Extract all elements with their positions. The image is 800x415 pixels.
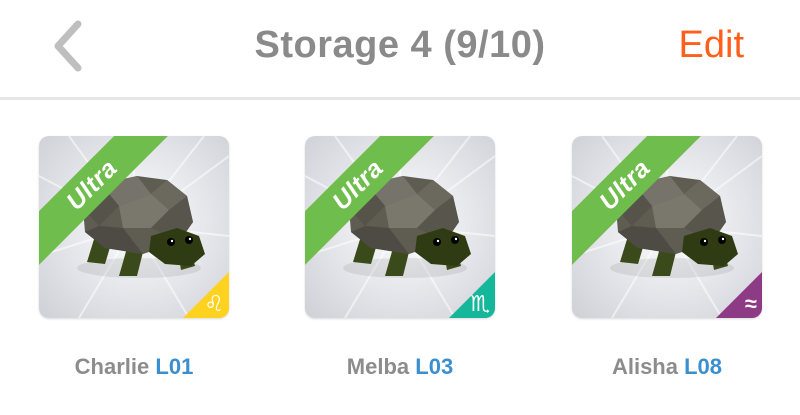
scorpio-icon: ♏ — [470, 291, 490, 316]
zodiac-badge: ≈ — [716, 272, 762, 318]
pet-label-charlie: Charlie L01 — [74, 354, 194, 379]
zodiac-badge: ♏ — [449, 272, 495, 318]
pet-label-melba: Melba L03 — [346, 354, 454, 379]
pet-card-alisha[interactable]: Ultra ≈ — [572, 136, 762, 318]
pet-card-melba[interactable]: Ultra ♏ — [305, 136, 495, 318]
navigation-bar: Storage 4 (9/10) Edit — [0, 0, 800, 100]
aquarius-icon: ≈ — [744, 291, 757, 316]
edit-button[interactable]: Edit — [679, 24, 744, 67]
pet-card-charlie[interactable]: Ultra ♌ — [39, 136, 229, 318]
zodiac-badge: ♌ — [183, 272, 229, 318]
pet-label-alisha: Alisha L08 — [611, 354, 723, 379]
leo-icon: ♌ — [204, 291, 224, 316]
